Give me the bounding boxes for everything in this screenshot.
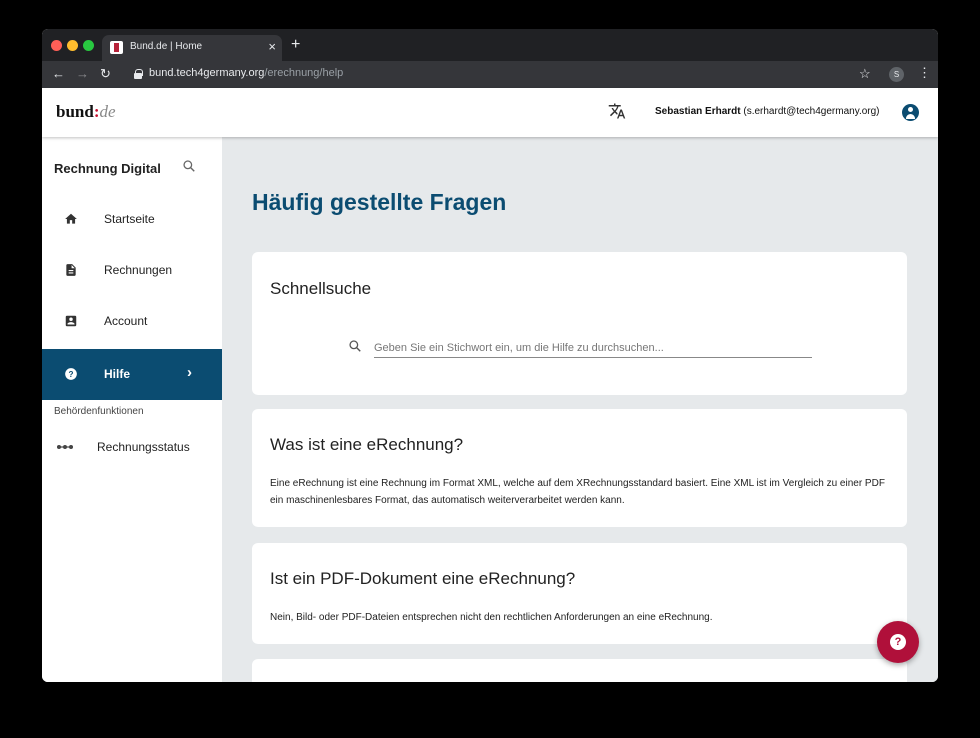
faq-question: Ist ein PDF-Dokument eine eRechnung? xyxy=(270,569,576,588)
faq-card xyxy=(252,659,907,682)
profile-avatar[interactable]: S xyxy=(889,67,904,82)
sidebar-search-icon[interactable] xyxy=(182,159,196,176)
forward-arrow-icon[interactable]: → xyxy=(76,66,89,82)
url-host: bund.tech4germany.org xyxy=(149,67,265,79)
bund-logo[interactable]: bund:de xyxy=(56,102,116,122)
user-fullname: Sebastian Erhardt xyxy=(655,106,741,117)
faq-answer: Nein, Bild- oder PDF-Dateien entsprechen… xyxy=(270,612,713,623)
close-window-button[interactable] xyxy=(51,40,62,51)
reload-icon[interactable]: ↻ xyxy=(100,66,111,82)
back-arrow-icon[interactable]: ← xyxy=(52,66,65,82)
sidebar-item-hilfe[interactable]: ? Hilfe › xyxy=(42,349,222,400)
sidebar-item-rechnungen[interactable]: Rechnungen xyxy=(42,245,222,296)
page-title: Häufig gestellte Fragen xyxy=(252,189,507,215)
home-icon xyxy=(64,212,78,226)
tab-close-icon[interactable]: × xyxy=(268,39,276,55)
search-row xyxy=(348,338,813,358)
user-email: (s.erhardt@tech4germany.org) xyxy=(743,106,880,117)
browser-window: Bund.de | Home × + ← → ↻ bund.tech4germa… xyxy=(42,29,938,682)
help-fab-button[interactable]: ? xyxy=(877,621,919,663)
logo-suffix: de xyxy=(99,102,116,121)
sidebar: Rechnung Digital Startseite Rechnungen A… xyxy=(42,137,222,682)
help-icon: ? xyxy=(64,367,78,381)
browser-tab-bar: Bund.de | Home × + xyxy=(42,29,938,61)
minimize-window-button[interactable] xyxy=(67,40,78,51)
quicksearch-card: Schnellsuche xyxy=(252,252,907,395)
help-search-input[interactable] xyxy=(374,338,812,358)
sidebar-item-rechnungsstatus[interactable]: Rechnungsstatus xyxy=(42,422,222,473)
sidebar-section-label: Behördenfunktionen xyxy=(54,406,144,417)
quicksearch-heading: Schnellsuche xyxy=(270,279,372,298)
timeline-icon xyxy=(56,440,74,454)
help-fab-icon: ? xyxy=(890,634,906,650)
tab-title: Bund.de | Home xyxy=(130,41,203,52)
maximize-window-button[interactable] xyxy=(83,40,94,51)
svg-text:?: ? xyxy=(69,370,74,379)
sidebar-item-label: Hilfe xyxy=(104,367,131,381)
new-tab-button[interactable]: + xyxy=(291,35,300,55)
faq-card: Was ist eine eRechnung? Eine eRechnung i… xyxy=(252,409,907,527)
address-bar[interactable]: bund.tech4germany.org/erechnung/help xyxy=(149,67,343,79)
search-icon xyxy=(348,339,362,356)
favicon-icon xyxy=(110,41,123,54)
user-avatar-icon[interactable] xyxy=(902,104,919,121)
browser-tab[interactable]: Bund.de | Home × xyxy=(102,35,282,61)
url-path: /erechnung/help xyxy=(264,67,344,79)
faq-card: Ist ein PDF-Dokument eine eRechnung? Nei… xyxy=(252,543,907,644)
sidebar-item-label: Rechnungsstatus xyxy=(97,440,190,454)
browser-menu-icon[interactable]: ⋮ xyxy=(918,65,931,81)
account-box-icon xyxy=(64,314,78,328)
document-icon xyxy=(64,263,78,277)
chevron-right-icon: › xyxy=(187,364,192,381)
user-name[interactable]: Sebastian Erhardt (s.erhardt@tech4german… xyxy=(655,106,880,117)
sidebar-title: Rechnung Digital xyxy=(54,161,161,176)
logo-main: bund xyxy=(56,102,94,121)
sidebar-item-startseite[interactable]: Startseite xyxy=(42,194,222,245)
bookmark-star-icon[interactable]: ☆ xyxy=(859,66,871,82)
main-content: Häufig gestellte Fragen Schnellsuche Was… xyxy=(222,137,938,682)
sidebar-item-account[interactable]: Account xyxy=(42,296,222,347)
sidebar-item-label: Rechnungen xyxy=(104,263,173,277)
lock-icon xyxy=(134,69,143,79)
translate-icon[interactable] xyxy=(608,102,626,123)
sidebar-item-label: Startseite xyxy=(104,212,155,226)
app-header: bund:de Sebastian Erhardt (s.erhardt@tec… xyxy=(42,88,938,137)
sidebar-item-label: Account xyxy=(104,314,148,328)
faq-question: Was ist eine eRechnung? xyxy=(270,435,464,454)
browser-toolbar: ← → ↻ bund.tech4germany.org/erechnung/he… xyxy=(42,61,938,88)
faq-answer: Eine eRechnung ist eine Rechnung im Form… xyxy=(270,478,885,506)
